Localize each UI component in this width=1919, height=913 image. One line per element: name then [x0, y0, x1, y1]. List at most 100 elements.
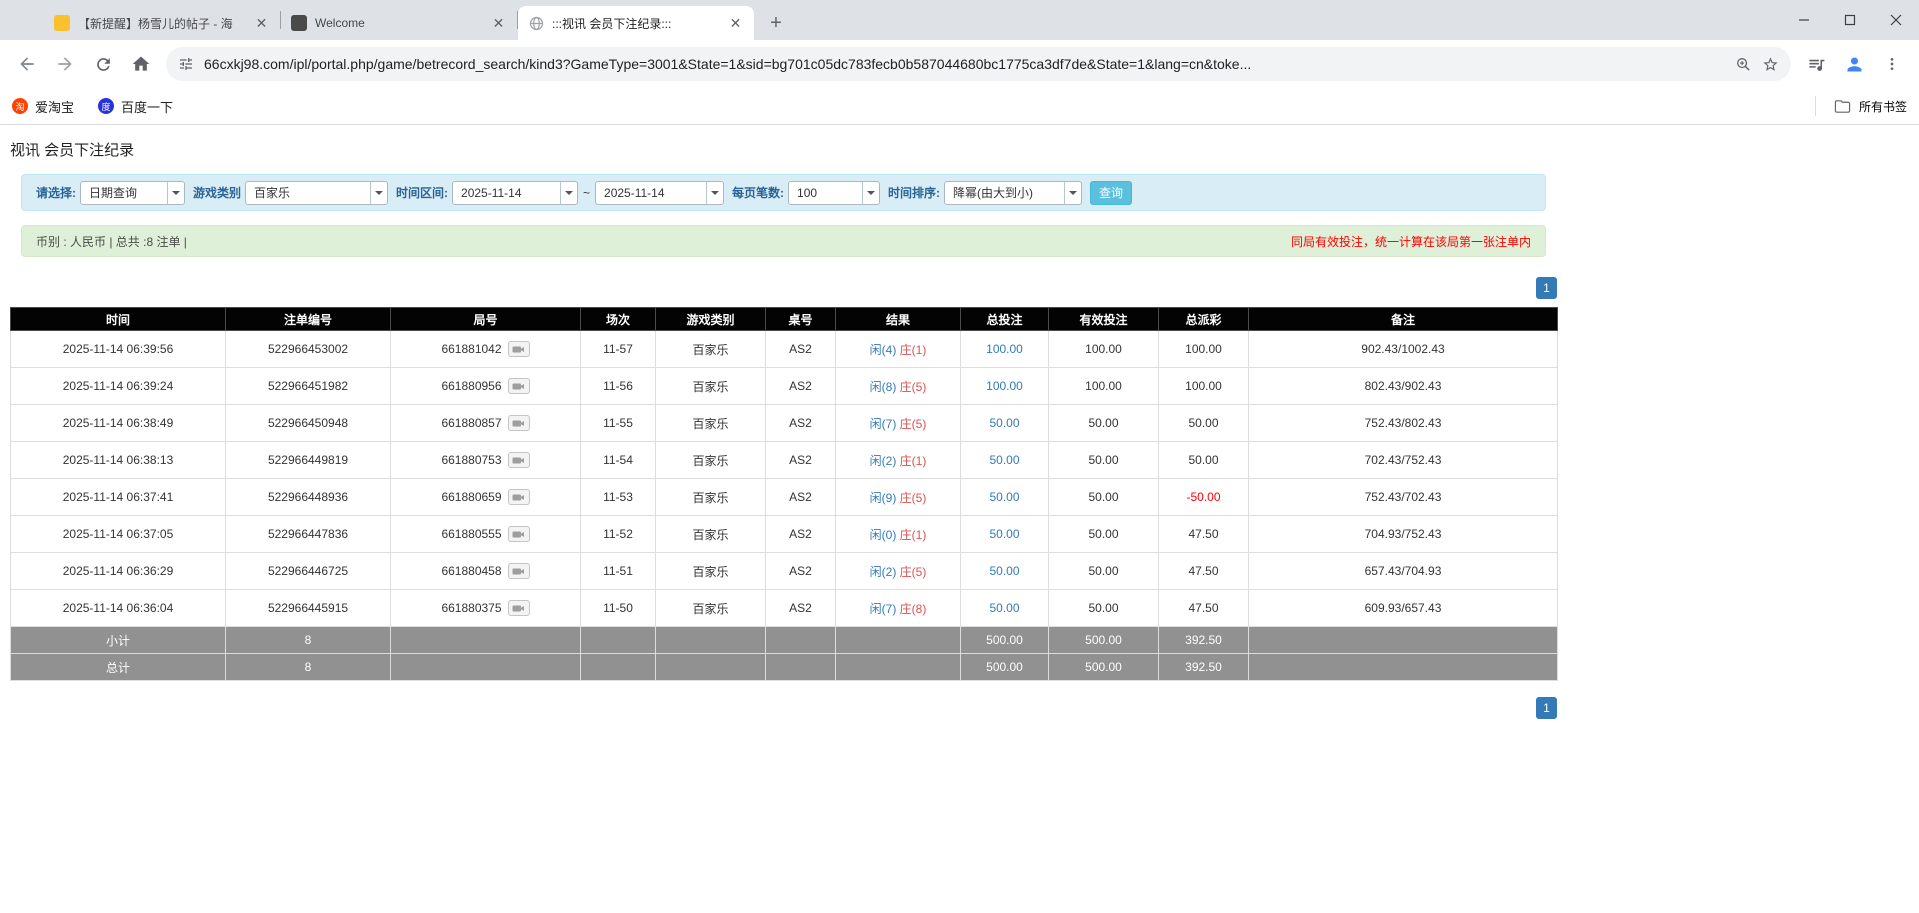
url-text[interactable]: 66cxkj98.com/ipl/portal.php/game/betreco…	[204, 56, 1725, 72]
result-banker: 庄(5)	[899, 416, 927, 431]
all-bookmarks[interactable]: 所有书签	[1814, 96, 1907, 116]
bookmark-label: 百度一下	[121, 99, 174, 115]
round-number: 661880753	[441, 453, 502, 467]
cell-session: 11-50	[580, 589, 656, 627]
filter-bar: 请选择: 日期查询 游戏类别 百家乐 时间区间: 2025-11-14 ~ 20	[21, 174, 1546, 211]
tab-close-icon[interactable]: ✕	[727, 15, 744, 32]
total-bet-link[interactable]: 50.00	[989, 601, 1019, 615]
tab-welcome[interactable]: Welcome ✕	[281, 6, 517, 40]
bet-record-row: 2025-11-14 06:37:05 522966447836 661880555…	[10, 515, 1558, 553]
new-tab-button[interactable]: +	[762, 9, 790, 37]
video-replay-icon[interactable]	[507, 489, 530, 505]
cell-game-type: 百家乐	[655, 589, 766, 627]
cell-total-bet: 50.00	[960, 552, 1049, 590]
cell-game-type: 百家乐	[655, 367, 766, 405]
cell-game-type: 百家乐	[655, 404, 766, 442]
total-bet-link[interactable]: 50.00	[989, 527, 1019, 541]
sort-select[interactable]: 降幂(由大到小)	[944, 180, 1083, 205]
bet-records-table: 时间 注单编号 局号 场次 游戏类别 桌号 结果 总投注 有效投注 总派彩 备注…	[10, 307, 1558, 681]
total-bet-link[interactable]: 50.00	[989, 564, 1019, 578]
cell-table-id: AS2	[765, 441, 836, 479]
cell-payout: 47.50	[1158, 515, 1249, 553]
round-number: 661880375	[441, 601, 502, 615]
cell-note: 609.93/657.43	[1248, 589, 1558, 627]
subtotal-row: 小计 8 500.00 500.00 392.50	[10, 626, 1558, 654]
zoom-icon[interactable]	[1735, 56, 1752, 73]
total-bet-link[interactable]: 50.00	[989, 490, 1019, 504]
total-bet-link[interactable]: 50.00	[989, 453, 1019, 467]
total-bet-link[interactable]: 100.00	[986, 379, 1023, 393]
forward-icon[interactable]	[48, 47, 82, 81]
cell-game-type: 百家乐	[655, 552, 766, 590]
cell-round-id: 661880857	[390, 404, 581, 442]
result-banker: 庄(5)	[899, 490, 927, 505]
video-replay-icon[interactable]	[507, 415, 530, 431]
back-icon[interactable]	[10, 47, 44, 81]
video-replay-icon[interactable]	[507, 341, 530, 357]
video-replay-icon[interactable]	[507, 452, 530, 468]
page-number-button[interactable]: 1	[1536, 277, 1557, 299]
cell-payout: 47.50	[1158, 589, 1249, 627]
date-from-select[interactable]: 2025-11-14	[452, 180, 579, 205]
cell-time: 2025-11-14 06:37:41	[10, 478, 226, 516]
round-number: 661880857	[441, 416, 502, 430]
col-header-note: 备注	[1248, 307, 1558, 331]
bookmark-taobao[interactable]: 淘 爱淘宝	[12, 97, 74, 116]
video-replay-icon[interactable]	[507, 378, 530, 394]
page-number-button[interactable]: 1	[1536, 697, 1557, 719]
total-bet-link[interactable]: 100.00	[986, 342, 1023, 356]
cell-note: 752.43/702.43	[1248, 478, 1558, 516]
cell-bet-id: 522966445915	[225, 589, 391, 627]
page-size-select[interactable]: 100	[788, 180, 881, 205]
bet-record-row: 2025-11-14 06:38:13 522966449819 661880753…	[10, 441, 1558, 479]
cell-session: 11-51	[580, 552, 656, 590]
bookmark-star-icon[interactable]	[1762, 56, 1779, 73]
total-bet-link[interactable]: 50.00	[989, 416, 1019, 430]
profile-avatar-icon[interactable]	[1837, 47, 1871, 81]
folder-icon	[1834, 98, 1851, 115]
maximize-button[interactable]	[1827, 0, 1873, 40]
game-type-select-value: 百家乐	[254, 186, 291, 200]
date-to-select[interactable]: 2025-11-14	[595, 180, 725, 205]
video-replay-icon[interactable]	[507, 563, 530, 579]
cell-payout: -50.00	[1158, 478, 1249, 516]
cell-total-bet: 50.00	[960, 478, 1049, 516]
site-settings-icon[interactable]	[178, 56, 194, 72]
result-banker: 庄(1)	[899, 453, 927, 468]
col-header-game-type: 游戏类别	[655, 307, 766, 331]
tab-close-icon[interactable]: ✕	[253, 15, 270, 32]
bookmark-baidu[interactable]: 度 百度一下	[98, 97, 173, 116]
currency-summary-text: 币别 : 人民币 | 总共 :8 注单 |	[36, 234, 187, 249]
home-icon[interactable]	[124, 47, 158, 81]
cell-bet-id: 522966450948	[225, 404, 391, 442]
taobao-icon: 淘	[12, 98, 28, 114]
col-header-payout: 总派彩	[1158, 307, 1249, 331]
address-bar[interactable]: 66cxkj98.com/ipl/portal.php/game/betreco…	[166, 47, 1791, 81]
tab-title: 【新提醒】杨雪儿的帖子 - 海	[78, 16, 233, 31]
browser-window: 【新提醒】杨雪儿的帖子 - 海 ✕ Welcome ✕ :::视讯 会员下注纪录…	[0, 0, 1919, 719]
close-window-button[interactable]	[1873, 0, 1919, 40]
tab-bet-records-active[interactable]: :::视讯 会员下注纪录::: ✕	[518, 6, 754, 40]
cell-valid-bet: 50.00	[1048, 404, 1159, 442]
empty-cell	[390, 653, 581, 681]
tab-forum-post[interactable]: 【新提醒】杨雪儿的帖子 - 海 ✕	[44, 6, 280, 40]
minimize-button[interactable]	[1781, 0, 1827, 40]
menu-dots-icon[interactable]	[1875, 47, 1909, 81]
tab-close-icon[interactable]: ✕	[490, 15, 507, 32]
bookmark-label: 爱淘宝	[35, 99, 75, 115]
date-to-value: 2025-11-14	[604, 185, 665, 200]
media-controls-icon[interactable]	[1799, 47, 1833, 81]
bet-record-row: 2025-11-14 06:36:04 522966445915 661880375…	[10, 589, 1558, 627]
mode-select[interactable]: 日期查询	[80, 180, 185, 205]
cell-valid-bet: 50.00	[1048, 589, 1159, 627]
search-button[interactable]: 查询	[1090, 180, 1133, 205]
video-replay-icon[interactable]	[507, 600, 530, 616]
result-banker: 庄(1)	[899, 527, 927, 542]
reload-icon[interactable]	[86, 47, 120, 81]
cell-total-bet: 50.00	[960, 589, 1049, 627]
total-total-bet: 500.00	[960, 653, 1049, 681]
video-replay-icon[interactable]	[507, 526, 530, 542]
empty-cell	[835, 653, 961, 681]
cell-time: 2025-11-14 06:36:04	[10, 589, 226, 627]
game-type-select[interactable]: 百家乐	[245, 180, 389, 205]
